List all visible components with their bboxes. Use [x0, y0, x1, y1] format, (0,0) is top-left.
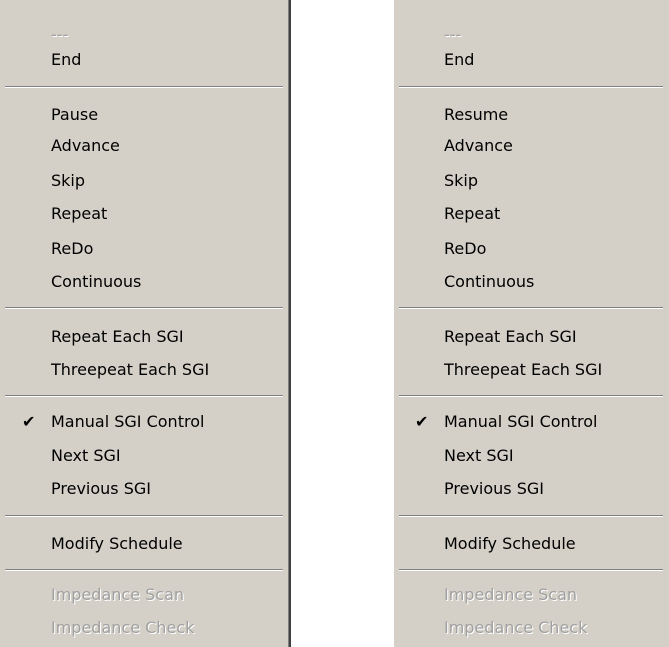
- menu-separator: [399, 395, 663, 397]
- menu-separator: [399, 307, 663, 309]
- menu-item-pause[interactable]: Pause: [0, 100, 289, 130]
- menu-item-repeat[interactable]: Repeat: [394, 199, 669, 229]
- menu-item-modify-schedule[interactable]: Modify Schedule: [394, 529, 669, 559]
- menu-item-impedance-scan: Impedance Scan: [444, 585, 578, 604]
- menu-separator: [399, 515, 663, 517]
- menu-item-skip[interactable]: Skip: [0, 166, 289, 196]
- menu-item-next-sgi[interactable]: Next SGI: [0, 441, 289, 471]
- checkmark-icon: ✔: [415, 412, 429, 431]
- menu-item-skip[interactable]: Skip: [394, 166, 669, 196]
- checkmark-icon: ✔: [22, 412, 36, 431]
- menu-item-manual-sgi-control[interactable]: ✔ Manual SGI Control: [0, 407, 289, 437]
- context-menu-left: --- End Pause Advance Skip Repeat ReDo C…: [0, 0, 291, 647]
- menu-item-advance[interactable]: Advance: [0, 131, 289, 161]
- menu-item-manual-sgi-control[interactable]: ✔ Manual SGI Control: [394, 407, 669, 437]
- menu-item-redo[interactable]: ReDo: [394, 234, 669, 264]
- menu-separator: [5, 86, 283, 88]
- menu-separator: [5, 395, 283, 397]
- menu-item-end[interactable]: End: [0, 45, 289, 75]
- menu-item-resume[interactable]: Resume: [394, 100, 669, 130]
- menu-item-impedance-scan: Impedance Scan: [51, 585, 185, 604]
- menu-separator: [5, 307, 283, 309]
- menu-item-modify-schedule[interactable]: Modify Schedule: [0, 529, 289, 559]
- menu-item-continuous[interactable]: Continuous: [0, 267, 289, 297]
- menu-item-redo[interactable]: ReDo: [0, 234, 289, 264]
- menu-item-end[interactable]: End: [394, 45, 669, 75]
- menu-item-previous-sgi[interactable]: Previous SGI: [394, 474, 669, 504]
- menu-item-advance[interactable]: Advance: [394, 131, 669, 161]
- menu-item-next-sgi[interactable]: Next SGI: [394, 441, 669, 471]
- menu-item-repeat[interactable]: Repeat: [0, 199, 289, 229]
- menu-item-threepeat-each-sgi[interactable]: Threepeat Each SGI: [0, 355, 289, 385]
- menu-separator: [399, 86, 663, 88]
- menu-separator: [5, 515, 283, 517]
- menu-item-threepeat-each-sgi[interactable]: Threepeat Each SGI: [394, 355, 669, 385]
- menu-item-impedance-check: Impedance Check: [51, 618, 195, 637]
- menu-separator: [5, 569, 283, 571]
- context-menu-right: --- End Resume Advance Skip Repeat ReDo …: [393, 0, 669, 647]
- menu-item-previous-sgi[interactable]: Previous SGI: [0, 474, 289, 504]
- menu-separator: [399, 569, 663, 571]
- menu-item-repeat-each-sgi[interactable]: Repeat Each SGI: [394, 322, 669, 352]
- menu-item-impedance-check: Impedance Check: [444, 618, 588, 637]
- menu-item-continuous[interactable]: Continuous: [394, 267, 669, 297]
- menu-item-repeat-each-sgi[interactable]: Repeat Each SGI: [0, 322, 289, 352]
